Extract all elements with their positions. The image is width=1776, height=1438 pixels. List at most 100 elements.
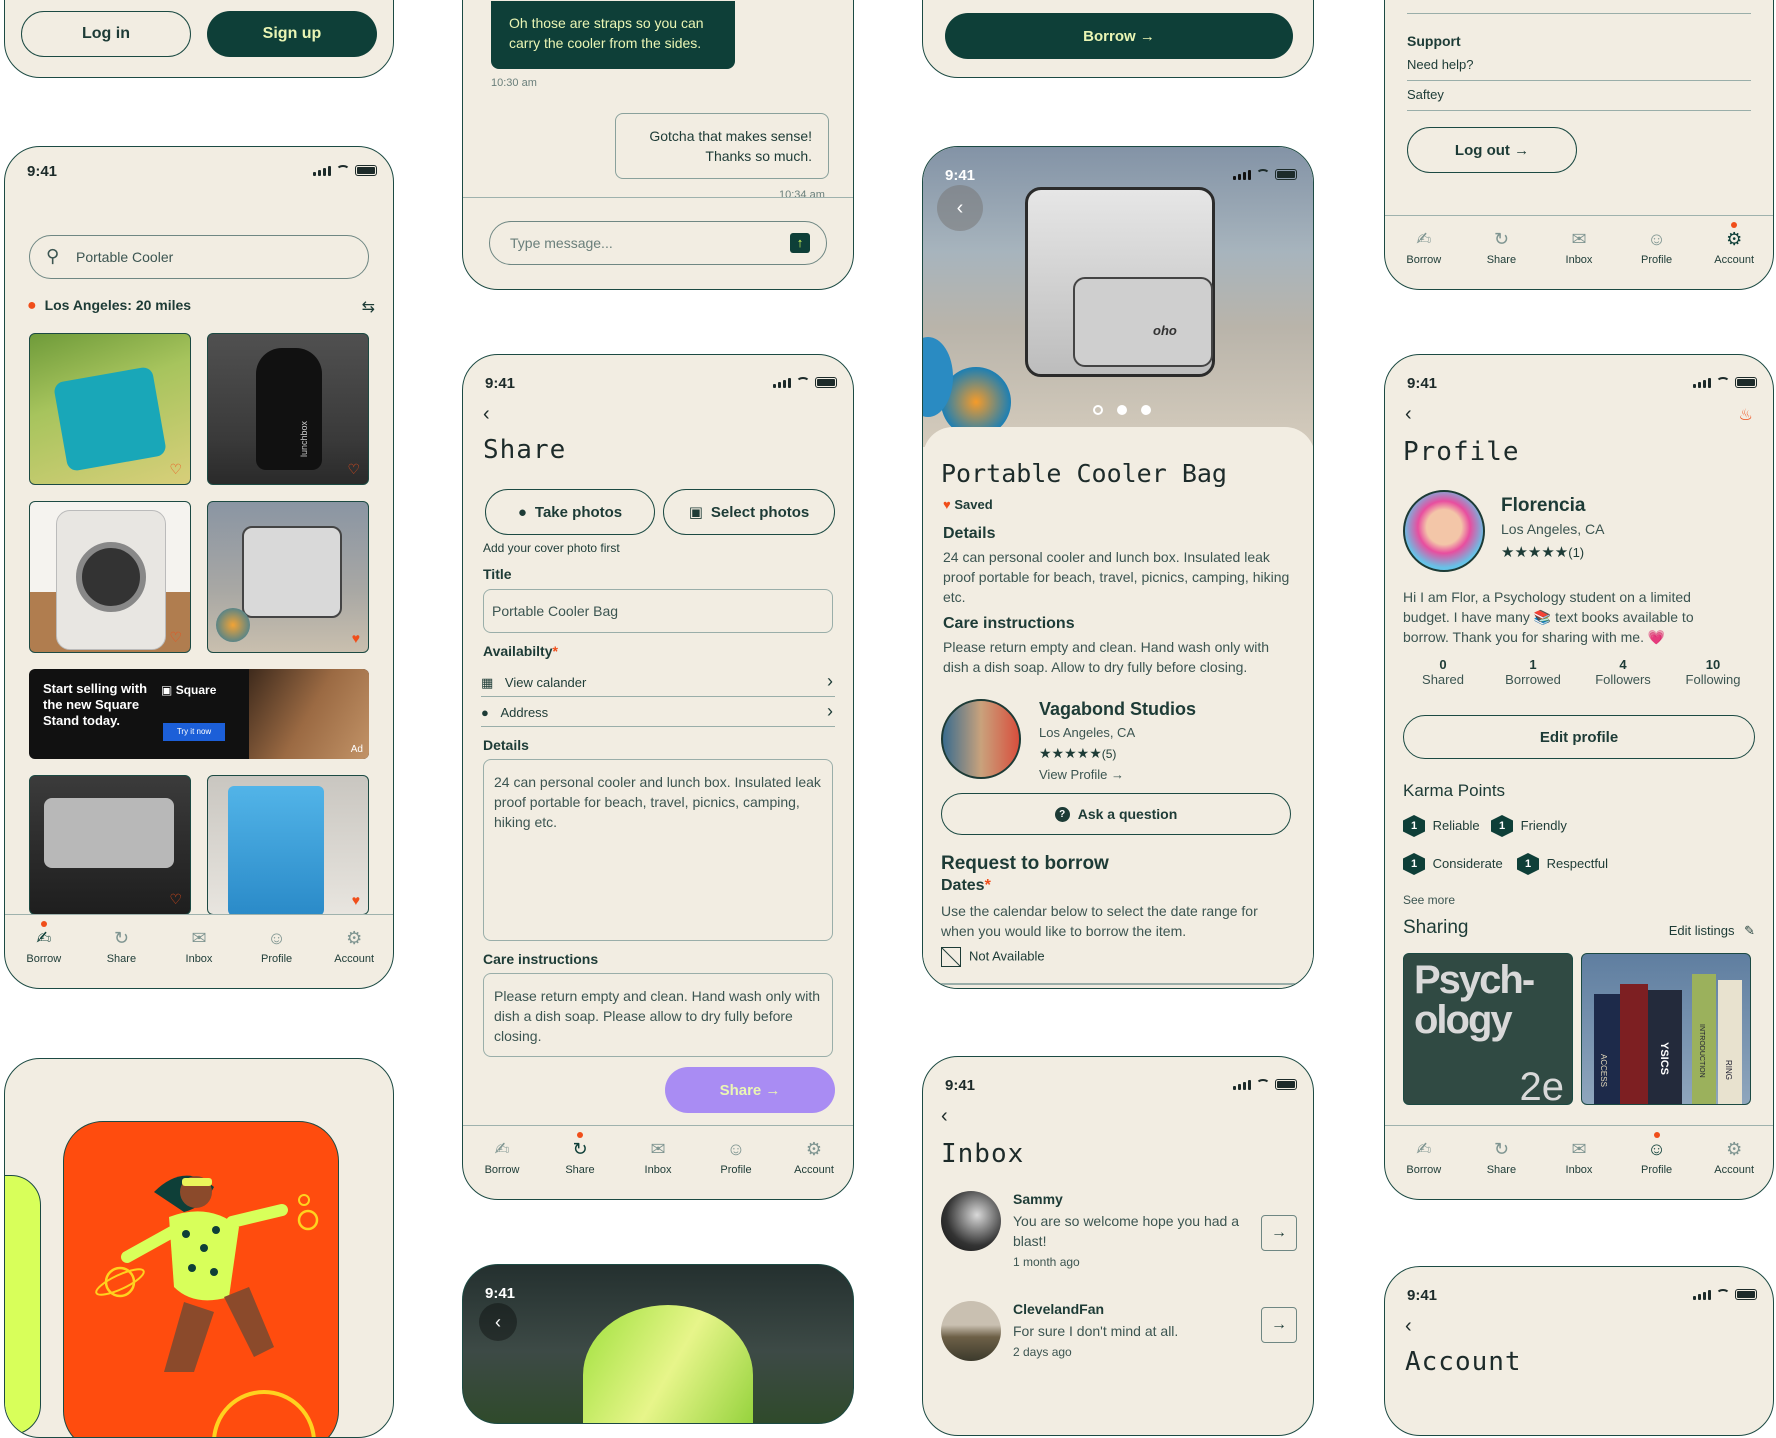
share-submit-button[interactable]: Share → [665, 1067, 835, 1113]
message-preview: For sure I don't mind at all. [1013, 1323, 1179, 1339]
wifi-icon [1716, 377, 1730, 388]
tab-profile[interactable]: ☺ Profile [1626, 228, 1688, 266]
listing-thumb-blue-cooler[interactable]: ♥ [207, 775, 369, 915]
search-input[interactable]: ⚲ Portable Cooler [29, 235, 369, 279]
outgoing-message-text: Gotcha that makes sense! Thanks so much. [649, 128, 812, 164]
book-spine-text: ACCESS [1599, 1054, 1608, 1087]
tab-borrow[interactable]: ✍ Borrow [471, 1138, 533, 1176]
heart-icon[interactable]: ♡ [169, 891, 182, 908]
stat-shared[interactable]: 0 Shared [1403, 657, 1483, 687]
dates-hint: Use the calendar below to select the dat… [941, 903, 1258, 939]
tab-inbox[interactable]: ✉ Inbox [1548, 1138, 1610, 1176]
safety-row[interactable]: Saftey [1407, 87, 1751, 111]
tab-borrow[interactable]: ✍ Borrow [13, 921, 75, 965]
avatar[interactable] [1403, 490, 1485, 572]
safety-label: Saftey [1407, 87, 1444, 102]
book-cover-edition: 2e [1519, 1065, 1565, 1105]
listing-thumb-psychology-book[interactable]: Psych-ology 2e [1403, 953, 1573, 1105]
need-help-row[interactable]: Need help? [1407, 57, 1751, 81]
tab-share[interactable]: ↻ Share [1470, 1138, 1532, 1176]
tab-share[interactable]: ↻ Share [1470, 228, 1532, 266]
tab-share[interactable]: ↻ Share [90, 927, 152, 965]
saved-indicator[interactable]: ♥ Saved [943, 497, 993, 512]
heart-filled-icon[interactable]: ♥ [352, 630, 360, 646]
carousel-dots[interactable] [1093, 405, 1151, 415]
owner-name[interactable]: Vagabond Studios [1039, 699, 1196, 720]
message-input[interactable]: Type message... ↑ [489, 221, 827, 265]
select-photos-button[interactable]: ▣ Select photos [663, 489, 835, 535]
tab-account[interactable]: ⚙ Account [783, 1138, 845, 1176]
tab-profile[interactable]: ☺ Profile [705, 1138, 767, 1176]
send-icon[interactable]: ↑ [790, 233, 810, 253]
tab-account[interactable]: ⚙ Account [323, 927, 385, 965]
tab-inbox[interactable]: ✉ Inbox [168, 927, 230, 965]
back-chevron-icon[interactable]: ‹ [479, 1303, 517, 1341]
tab-profile[interactable]: ☺ Profile [246, 927, 308, 965]
incoming-message-text: Oh those are straps so you can carry the… [509, 15, 704, 51]
tab-borrow[interactable]: ✍ Borrow [1393, 1138, 1455, 1176]
edit-profile-button[interactable]: Edit profile [1403, 715, 1755, 759]
back-chevron-icon[interactable]: ‹ [1405, 403, 1412, 426]
karma-badge-considerate: 1 Considerate [1403, 853, 1503, 875]
arrow-right-icon[interactable]: → [1261, 1307, 1297, 1343]
tab-inbox[interactable]: ✉ Inbox [627, 1138, 689, 1176]
tab-account[interactable]: ⚙ Account [1703, 1138, 1765, 1176]
details-textarea[interactable]: 24 can personal cooler and lunch box. In… [483, 759, 833, 941]
profile-review-count: (1) [1568, 545, 1585, 560]
status-bar: 9:41 [463, 367, 853, 397]
stat-borrowed[interactable]: 1 Borrowed [1493, 657, 1573, 687]
tab-inbox[interactable]: ✉ Inbox [1548, 228, 1610, 266]
arrow-right-icon[interactable]: → [1261, 1215, 1297, 1251]
listing-thumb-teal-cooler[interactable]: ♡ [29, 333, 191, 485]
heart-icon[interactable]: ♡ [169, 461, 182, 478]
logout-button[interactable]: Log out → [1407, 127, 1577, 173]
listing-thumb-backpack[interactable]: lunchbox ♡ [207, 333, 369, 485]
tab-share[interactable]: ↻ Share [549, 1132, 611, 1176]
signup-button[interactable]: Sign up [207, 11, 377, 57]
borrow-button[interactable]: Borrow → [945, 13, 1293, 59]
back-chevron-icon[interactable]: ‹ [1405, 1315, 1412, 1338]
book-spine: RING [1718, 980, 1742, 1104]
karma-label: Respectful [1546, 856, 1609, 872]
title-field[interactable]: Portable Cooler Bag [483, 589, 833, 633]
filter-icon[interactable]: ⇆ [362, 297, 375, 317]
stat-label: Following [1685, 672, 1741, 687]
tab-borrow[interactable]: ✍ Borrow [1393, 228, 1455, 266]
back-chevron-icon[interactable]: ‹ [937, 185, 983, 231]
care-instructions-textarea[interactable]: Please return empty and clean. Hand wash… [483, 973, 833, 1057]
stat-value: 10 [1705, 657, 1721, 672]
signal-icon [1233, 1080, 1251, 1090]
login-button[interactable]: Log in [21, 11, 191, 57]
ad-text: Start selling with the new Square Stand … [43, 681, 148, 728]
listing-thumb-cooler-bag[interactable]: ♥ [207, 501, 369, 653]
tab-label: Inbox [185, 953, 213, 965]
address-row[interactable]: ● Address › [481, 699, 835, 727]
listing-thumb-car-fridge[interactable]: ♡ [29, 775, 191, 915]
take-photos-button[interactable]: ● Take photos [485, 489, 655, 535]
signal-icon [313, 166, 331, 176]
ask-question-button[interactable]: ? Ask a question [941, 793, 1291, 835]
see-more-link[interactable]: See more [1403, 893, 1455, 907]
back-chevron-icon[interactable]: ‹ [483, 403, 490, 426]
stat-followers[interactable]: 4 Followers [1583, 657, 1663, 687]
ad-banner[interactable]: Start selling with the new Square Stand … [29, 669, 369, 759]
inbox-list-item[interactable]: ClevelandFan For sure I don't mind at al… [941, 1301, 1297, 1391]
tab-profile[interactable]: ☺ Profile [1626, 1132, 1688, 1176]
location-filter[interactable]: ● Los Angeles: 20 miles ⇆ [27, 297, 377, 319]
stat-following[interactable]: 10 Following [1673, 657, 1753, 687]
heart-icon[interactable]: ♡ [169, 629, 182, 646]
page-title: Inbox [941, 1139, 1025, 1169]
back-chevron-icon[interactable]: ‹ [941, 1105, 948, 1128]
view-profile-link[interactable]: View Profile → [1039, 767, 1124, 782]
tab-account[interactable]: ⚙ Account [1703, 222, 1765, 266]
listing-thumb-textbooks[interactable]: ACCESS YSICS INTRODUCTION RING [1581, 953, 1751, 1105]
owner-avatar[interactable] [941, 699, 1021, 779]
edit-listings-link[interactable]: Edit listings ✎ [1669, 923, 1755, 939]
inbox-list-item[interactable]: Sammy You are so welcome hope you had a … [941, 1191, 1297, 1281]
bell-icon[interactable]: ♨ [1739, 405, 1753, 425]
heart-filled-icon[interactable]: ♥ [352, 892, 360, 908]
heart-icon[interactable]: ♡ [347, 461, 360, 478]
listing-thumb-air-cooler[interactable]: ♡ [29, 501, 191, 653]
ad-cta-button[interactable]: Try it now [163, 723, 225, 741]
view-calendar-row[interactable]: ▦ View calander › [481, 669, 835, 697]
